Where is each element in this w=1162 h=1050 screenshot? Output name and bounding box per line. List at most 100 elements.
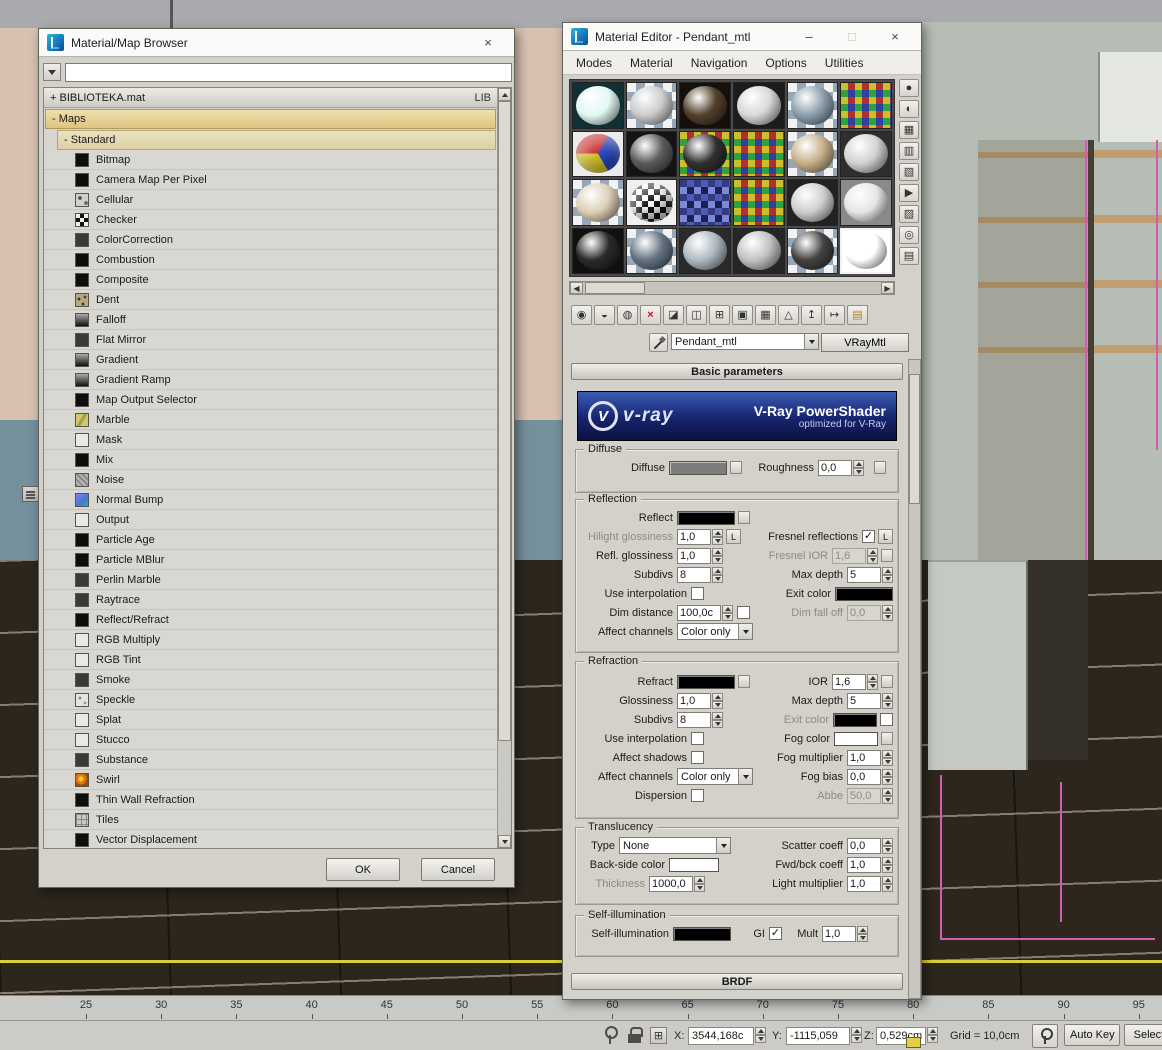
fog-multiplier-field[interactable]: 1,0	[847, 749, 881, 766]
get-material-icon[interactable]: ◉	[571, 305, 592, 325]
material-map-navigator-icon[interactable]: ▤	[847, 305, 868, 325]
parameters-scroll-thumb[interactable]	[909, 374, 920, 504]
library-header[interactable]: + BIBLIOTEKA.mat LIB	[44, 88, 497, 108]
slot-scroll-track[interactable]	[583, 282, 881, 294]
map-entry[interactable]: Map Output Selector	[44, 390, 497, 410]
go-to-parent-icon[interactable]: ↥	[801, 305, 822, 325]
parameters-scrollbar[interactable]	[908, 359, 921, 999]
material-type-button[interactable]: VRayMtl	[821, 333, 909, 352]
map-entry[interactable]: Stucco	[44, 730, 497, 750]
refr-exit-color-swatch[interactable]	[833, 712, 877, 727]
refl-affect-channels-select[interactable]: Color only	[677, 623, 753, 640]
fwd-bck-coeff-spinner[interactable]	[882, 856, 893, 873]
refl-exit-color-swatch[interactable]	[835, 586, 893, 601]
map-entry[interactable]: Particle MBlur	[44, 550, 497, 570]
map-entry[interactable]: Cellular	[44, 190, 497, 210]
hilight-glossiness-spinner[interactable]	[712, 528, 723, 545]
dim-distance-field[interactable]: 100,0c	[677, 604, 721, 621]
roughness-map-button[interactable]	[874, 461, 886, 474]
dim-distance-spinner[interactable]	[722, 604, 733, 621]
sample-slot[interactable]	[733, 227, 785, 274]
fog-color-swatch[interactable]	[834, 731, 878, 746]
standard-header[interactable]: - Standard	[57, 130, 496, 150]
hilight-lock-button[interactable]: L	[726, 529, 741, 544]
put-to-library-icon[interactable]: ⊞	[709, 305, 730, 325]
fresnel-lock-button[interactable]: L	[878, 529, 893, 544]
hilight-glossiness-field[interactable]: 1,0	[677, 528, 711, 545]
browser-titlebar[interactable]: Material/Map Browser ×	[39, 29, 514, 57]
scrollbar-thumb[interactable]	[498, 101, 511, 741]
mult-field[interactable]: 1,0	[822, 925, 856, 942]
refr-glossiness-spinner[interactable]	[712, 692, 723, 709]
sample-slot[interactable]	[786, 82, 839, 129]
map-entry[interactable]: Splat	[44, 710, 497, 730]
backlight-icon[interactable]: ◐	[899, 100, 919, 118]
close-icon[interactable]: ×	[470, 31, 506, 55]
ok-button[interactable]: OK	[326, 858, 400, 881]
map-entry[interactable]: Marble	[44, 410, 497, 430]
light-multiplier-spinner[interactable]	[882, 875, 893, 892]
sample-slot[interactable]	[625, 179, 678, 226]
map-entry[interactable]: Output	[44, 510, 497, 530]
sample-slot[interactable]	[840, 179, 892, 226]
maps-header[interactable]: - Maps	[45, 109, 496, 129]
editor-titlebar[interactable]: Material Editor - Pendant_mtl – □ ×	[563, 23, 921, 51]
go-forward-to-sibling-icon[interactable]: ↦	[824, 305, 845, 325]
map-entry[interactable]: Thin Wall Refraction	[44, 790, 497, 810]
fresnel-checkbox[interactable]: ✓	[862, 530, 875, 543]
fog-color-map-button[interactable]	[881, 732, 893, 745]
brdf-rollout[interactable]: BRDF	[571, 973, 903, 990]
refl-glossiness-spinner[interactable]	[712, 547, 723, 564]
video-color-check-icon[interactable]: ▧	[899, 163, 919, 181]
self-illumination-swatch[interactable]	[673, 926, 731, 941]
background-icon[interactable]: ▦	[899, 121, 919, 139]
map-entry[interactable]: Speckle	[44, 690, 497, 710]
map-entry[interactable]: RGB Multiply	[44, 630, 497, 650]
map-entry[interactable]: Mask	[44, 430, 497, 450]
x-coord-field[interactable]: 3544,168c	[688, 1027, 754, 1045]
dim-distance-checkbox[interactable]	[737, 606, 750, 619]
sample-type-icon[interactable]: ●	[899, 79, 919, 97]
map-entry[interactable]: Normal Bump	[44, 490, 497, 510]
ior-map-button[interactable]	[881, 675, 893, 688]
sample-slot[interactable]	[786, 179, 839, 226]
translucency-type-select[interactable]: None	[619, 837, 731, 854]
map-entry[interactable]: Flat Mirror	[44, 330, 497, 350]
gi-checkbox[interactable]: ✓	[769, 927, 782, 940]
scatter-coeff-spinner[interactable]	[882, 837, 893, 854]
thickness-field[interactable]: 1000,0	[649, 875, 693, 892]
keyframe-color-swatch[interactable]	[906, 1037, 921, 1048]
map-entry[interactable]: Composite	[44, 270, 497, 290]
x-coord-spinner[interactable]	[755, 1027, 766, 1043]
search-filter-dropdown[interactable]	[43, 63, 61, 81]
refl-subdivs-field[interactable]: 8	[677, 566, 711, 583]
pick-material-icon[interactable]	[649, 333, 668, 352]
menu-options[interactable]: Options	[756, 56, 815, 70]
fog-bias-spinner[interactable]	[882, 768, 893, 785]
map-entry[interactable]: Noise	[44, 470, 497, 490]
sample-slot[interactable]	[679, 179, 731, 226]
refl-glossiness-field[interactable]: 1,0	[677, 547, 711, 564]
z-coord-spinner[interactable]	[927, 1027, 938, 1043]
put-material-to-scene-icon[interactable]: ◒	[594, 305, 615, 325]
minimized-panel-icon[interactable]	[22, 486, 39, 502]
refr-use-interpolation-checkbox[interactable]	[691, 732, 704, 745]
refr-max-depth-spinner[interactable]	[882, 692, 893, 709]
set-key-button[interactable]	[1032, 1024, 1058, 1048]
sample-slot[interactable]	[679, 227, 731, 274]
refr-affect-channels-select[interactable]: Color only	[677, 768, 753, 785]
select-by-material-icon[interactable]: ◎	[899, 226, 919, 244]
thickness-spinner[interactable]	[694, 875, 705, 892]
map-entry[interactable]: RGB Tint	[44, 650, 497, 670]
fresnel-ior-map-button[interactable]	[881, 549, 893, 562]
map-entry[interactable]: Reflect/Refract	[44, 610, 497, 630]
reflect-map-button[interactable]	[738, 511, 750, 524]
slot-scrollbar[interactable]: ◀ ▶	[569, 281, 895, 295]
map-entry[interactable]: Bitmap	[44, 150, 497, 170]
sample-slot[interactable]	[625, 82, 678, 129]
fog-multiplier-spinner[interactable]	[882, 749, 893, 766]
sample-slot[interactable]	[572, 130, 624, 177]
close-icon[interactable]: ×	[877, 25, 913, 49]
sample-slot[interactable]	[625, 227, 678, 274]
map-entry[interactable]: Smoke	[44, 670, 497, 690]
